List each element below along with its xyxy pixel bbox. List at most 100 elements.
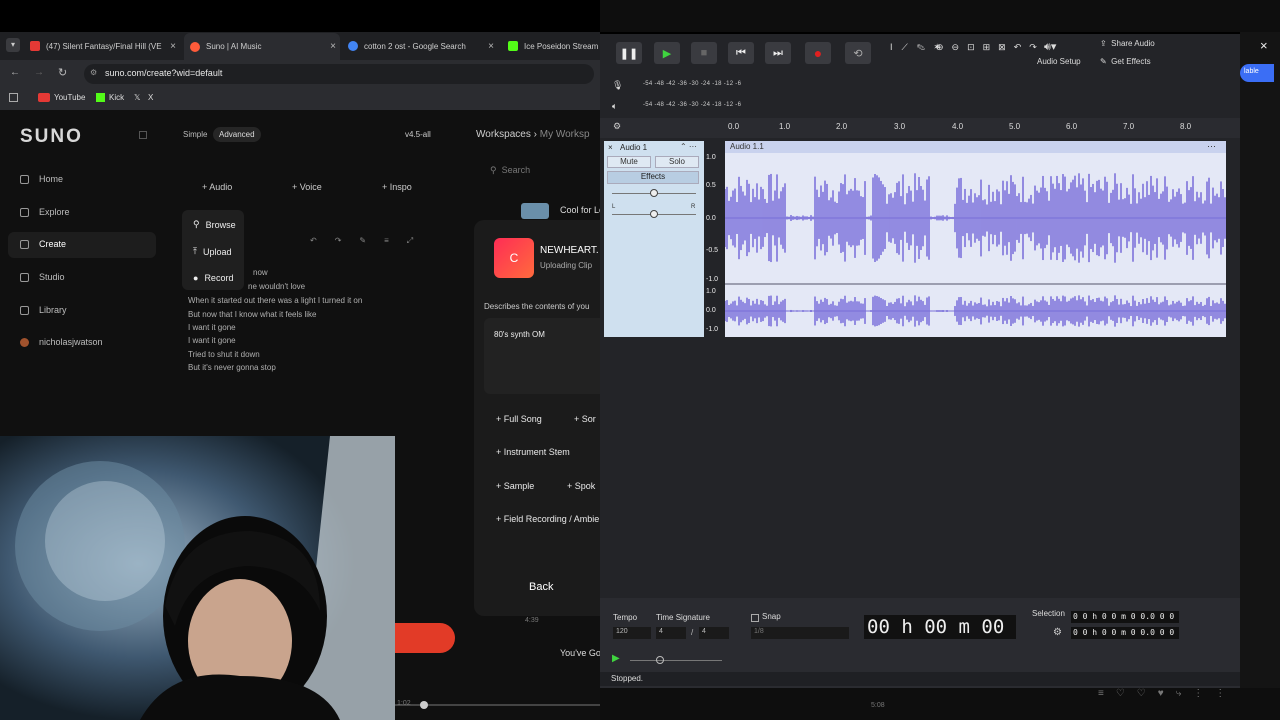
add-audio-button[interactable]: + Audio (202, 182, 232, 192)
add-voice-button[interactable]: + Voice (292, 182, 322, 192)
get-effects-button[interactable]: ✎ Get Effects (1100, 57, 1151, 66)
breadcrumb-root[interactable]: Workspaces (476, 129, 531, 140)
selection-settings-icon[interactable]: ⚙ (1053, 627, 1062, 638)
site-info-icon[interactable]: ⚙ (90, 68, 97, 77)
menu-record[interactable]: ● Record (193, 273, 233, 283)
close-icon[interactable]: × (170, 41, 176, 52)
tab-search-button[interactable]: ▾ (6, 38, 20, 52)
tools-toolbar[interactable]: I⟋✎✶ (890, 38, 940, 56)
close-icon[interactable]: × (330, 41, 336, 52)
menu-browse[interactable]: ⚲ Browse (193, 219, 236, 230)
zoom-toolbar[interactable]: ⊕⊖⊡⊞⊠↶↷ (936, 38, 1037, 56)
song-duration: 4:39 (525, 617, 539, 624)
option-full-song[interactable]: + Full Song (496, 414, 542, 424)
play-button[interactable]: ▶ (654, 42, 680, 64)
play-speed-slider[interactable] (630, 660, 722, 661)
bookmark-youtube[interactable]: YouTube (54, 93, 85, 102)
close-window-icon[interactable]: × (1260, 38, 1268, 53)
nav-explore[interactable]: Explore (20, 207, 70, 217)
speaker-icon: 🔊︎▾ (1044, 41, 1057, 53)
tab-label: (47) Silent Fantasy/Final Hill (VE (46, 41, 162, 51)
window-edge (600, 32, 1240, 34)
nav-label: Library (39, 305, 67, 315)
ruler-tick: 1.0 (779, 122, 791, 131)
reload-icon[interactable]: ↻ (58, 66, 67, 79)
playback-scrubber[interactable] (420, 701, 428, 709)
pause-button[interactable]: ❚❚ (616, 42, 642, 64)
amplitude-label: 0.0 (706, 215, 716, 222)
solo-button[interactable]: Solo (655, 156, 699, 168)
track-name[interactable]: Audio 1 (620, 143, 647, 152)
selection-start[interactable]: 0 0 h 0 0 m 0 0.0 0 0 s (1071, 611, 1179, 623)
nav-home[interactable]: Home (20, 174, 63, 184)
mic-icon: ● (193, 273, 199, 283)
tempo-input[interactable]: 120 (613, 627, 651, 639)
play-at-speed-icon[interactable]: ▶ (612, 653, 620, 664)
button-label: Audio (209, 182, 233, 192)
forward-icon[interactable]: → (34, 67, 44, 78)
workspace-search[interactable]: ⚲ Search (490, 165, 530, 176)
play-speed-thumb[interactable] (656, 656, 664, 664)
playback-meter[interactable]: -54 -48 -42 -36 -30 -24 -18 -12 -6 (643, 102, 741, 108)
clip-menu-icon[interactable]: ⋯ (1207, 141, 1216, 152)
option-field-recording[interactable]: + Field Recording / Ambie (496, 514, 599, 524)
time-display[interactable]: 00 h 00 m 00 s (864, 615, 1016, 639)
mode-simple[interactable]: Simple (183, 130, 207, 139)
audio-setup-button[interactable]: Audio Setup (1037, 57, 1081, 66)
create-button[interactable] (395, 623, 455, 653)
snap-select[interactable]: 1/8 (751, 627, 849, 639)
lyrics-toolbar-icons[interactable]: ↶↷✎≡⤢ (310, 236, 431, 246)
nav-create[interactable]: Create (20, 239, 66, 249)
option-spoken[interactable]: + Spok (567, 481, 595, 491)
record-meter[interactable]: -54 -48 -42 -36 -30 -24 -18 -12 -6 (643, 81, 741, 87)
option-song[interactable]: + Sor (574, 414, 596, 424)
pan-slider-thumb[interactable] (650, 210, 658, 218)
bookmarks-bar (0, 88, 600, 110)
skip-start-button[interactable]: ⏮ (728, 42, 754, 64)
clip-title: NEWHEART. (540, 245, 599, 256)
time-sig-numerator[interactable]: 4 (656, 627, 686, 639)
nav-library[interactable]: Library (20, 305, 67, 315)
bookmark-x[interactable]: X (148, 93, 153, 102)
skip-end-button[interactable]: ⏭ (765, 42, 791, 64)
clip-header[interactable] (725, 141, 1226, 153)
add-inspo-button[interactable]: + Inspo (382, 182, 412, 192)
breadcrumb[interactable]: Workspaces › My Worksp (476, 129, 590, 140)
timeline-settings-icon[interactable]: ⚙ (613, 121, 621, 132)
back-button[interactable]: Back (529, 581, 553, 593)
back-icon[interactable]: ← (10, 67, 20, 78)
selection-end[interactable]: 0 0 h 0 0 m 0 0.0 0 0 s (1071, 627, 1179, 639)
now-playing-title: You've Go (560, 648, 601, 658)
model-version-select[interactable]: v4.5-all (405, 130, 431, 139)
option-instrument-stem[interactable]: + Instrument Stem (496, 447, 570, 457)
bookmark-kick[interactable]: Kick (109, 93, 124, 102)
stop-button[interactable]: ■ (691, 42, 717, 64)
share-audio-button[interactable]: ⇪ Share Audio (1100, 39, 1155, 48)
time-sig-denominator[interactable]: 4 (699, 627, 729, 639)
nav-profile[interactable]: nicholasjwatson (20, 337, 103, 347)
close-icon[interactable]: × (488, 41, 494, 52)
tab-youtube[interactable]: (47) Silent Fantasy/Final Hill (VE × (30, 35, 180, 57)
player-action-icons[interactable]: ≡♡♡♥⤷⋮⋮ (1098, 688, 1237, 699)
install-pill[interactable]: lable (1240, 64, 1274, 82)
song-title[interactable]: Cool for Lo (560, 205, 604, 215)
track-menu-icon[interactable]: ⌃ ⋯ (680, 142, 697, 151)
menu-label: Upload (202, 246, 232, 257)
tab-google[interactable]: cotton 2 ost - Google Search × (348, 35, 498, 57)
mute-button[interactable]: Mute (607, 156, 651, 168)
apps-icon[interactable] (9, 93, 18, 102)
sidebar-toggle-icon[interactable] (139, 131, 147, 139)
nav-studio[interactable]: Studio (20, 272, 65, 282)
menu-upload[interactable]: ⤒ Upload (193, 246, 232, 257)
tab-kick[interactable]: Ice Poseidon Stream - (508, 35, 600, 57)
track-effects-button[interactable]: Effects (607, 171, 699, 184)
track-close-icon[interactable]: × (608, 143, 613, 152)
snap-checkbox[interactable] (751, 614, 759, 622)
loop-button[interactable]: ⟲ (845, 42, 871, 64)
gain-slider-thumb[interactable] (650, 189, 658, 197)
song-thumbnail[interactable] (521, 203, 549, 219)
tab-suno[interactable]: Suno | AI Music × (184, 33, 340, 60)
option-sample[interactable]: + Sample (496, 481, 534, 491)
record-button[interactable]: ● (805, 42, 831, 64)
mode-advanced[interactable]: Advanced (213, 127, 261, 142)
